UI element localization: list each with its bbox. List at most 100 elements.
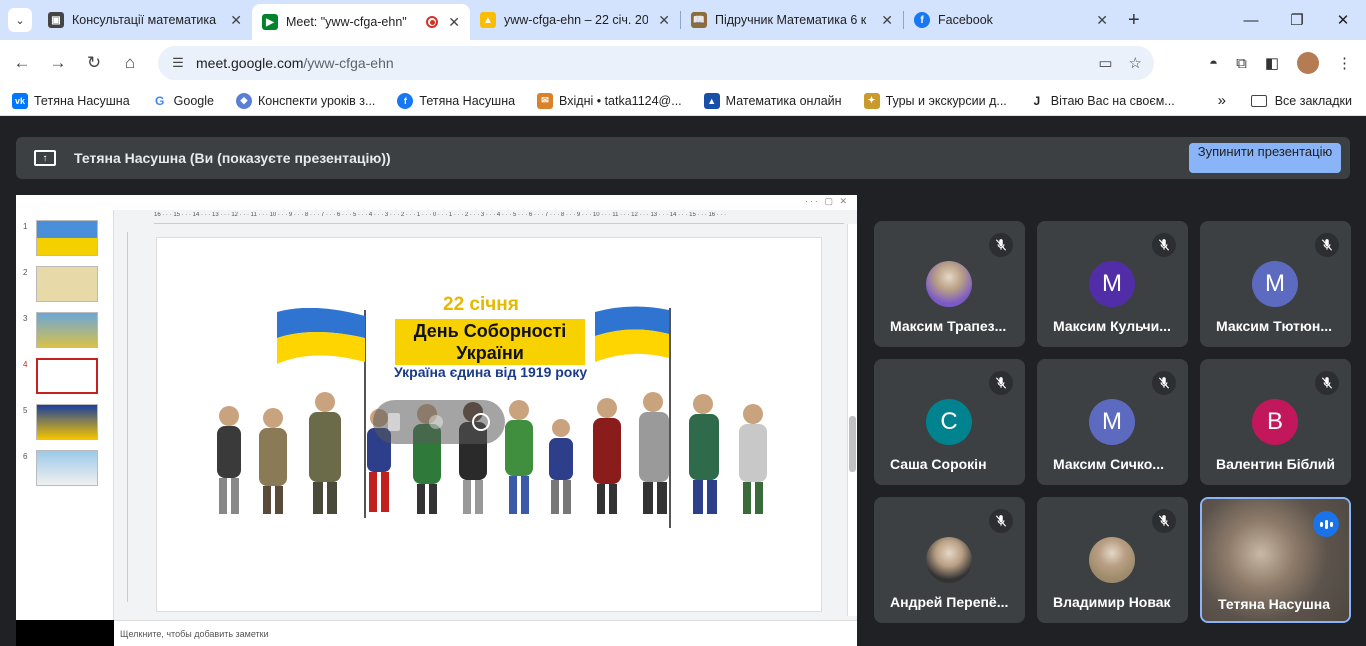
bookmark-item[interactable]: G Google — [151, 92, 214, 109]
meet-icon: ▶ — [262, 14, 278, 30]
slide-number: 4 — [23, 360, 28, 369]
slide-title: День Соборності України — [395, 319, 585, 365]
bookmark-item[interactable]: ▲ Математика онлайн — [703, 92, 842, 109]
close-icon[interactable]: ✕ — [230, 12, 242, 29]
speaker-notes[interactable]: Щелкните, чтобы добавить заметки — [114, 620, 857, 646]
close-icon[interactable]: ✕ — [658, 12, 670, 29]
math-icon: ▲ — [703, 92, 720, 109]
profile-avatar[interactable] — [1297, 52, 1319, 74]
bookmark-item[interactable]: f Тетяна Насушна — [397, 92, 515, 109]
j-icon: J — [1028, 92, 1045, 109]
participant-tile[interactable]: Владимир Новак — [1037, 497, 1188, 623]
participant-name: Владимир Новак — [1053, 594, 1171, 610]
speaking-indicator-icon — [1313, 511, 1339, 537]
side-panel-icon[interactable]: ◧ — [1265, 54, 1279, 72]
restore-icon[interactable]: ❐ — [1274, 11, 1320, 29]
all-bookmarks-button[interactable]: Все закладки — [1250, 94, 1352, 108]
participant-tile[interactable]: M Максим Тютюн... — [1200, 221, 1351, 347]
tab-title: Facebook — [938, 13, 993, 27]
url-path: /yww-cfga-ehn — [303, 55, 394, 71]
slide-filmstrip: 1 2 3 4 5 6 — [16, 210, 114, 620]
incognito-icon[interactable]: ◓ — [1209, 55, 1218, 72]
bookmark-item[interactable]: ◆ Конспекти уроків з... — [235, 92, 375, 109]
bookmark-item[interactable]: vk Тетяна Насушна — [12, 92, 130, 109]
reload-icon[interactable]: ↻ — [76, 53, 112, 73]
close-icon[interactable]: ✕ — [1096, 12, 1108, 29]
slide-thumbnail-selected[interactable] — [36, 358, 98, 394]
extensions-icon[interactable]: ⧉ — [1236, 55, 1247, 72]
bookmarks-bar: vk Тетяна Насушна G Google ◆ Конспекти урок… — [0, 86, 1366, 116]
close-window-icon[interactable]: ✕ — [1320, 11, 1366, 29]
participant-tile[interactable]: C Саша Сорокін — [874, 359, 1025, 485]
bookmark-label: Тетяна Насушна — [34, 93, 130, 108]
participant-avatar: M — [1089, 261, 1135, 307]
home-icon[interactable]: ⌂ — [112, 53, 148, 73]
shared-screen: ··· ▢ ✕ 1 2 3 4 5 6 16 · · · 15 · · · 14… — [16, 195, 857, 646]
forward-icon[interactable]: → — [40, 53, 76, 73]
url-text: meet.google.com/yww-cfga-ehn — [196, 55, 394, 71]
participant-tile[interactable]: B Валентин Біблий — [1200, 359, 1351, 485]
slide-thumbnail[interactable] — [36, 404, 98, 440]
erase-icon[interactable] — [428, 415, 443, 429]
bookmark-item[interactable]: ✦ Туры и экскурсии д... — [863, 92, 1007, 109]
scrollbar-thumb[interactable] — [849, 416, 856, 472]
window-controls: — ❐ ✕ — [1228, 0, 1366, 40]
slide-editor: 16 · · · 15 · · · 14 · · · 13 · · · 12 ·… — [114, 210, 857, 620]
url-host: meet.google.com — [196, 55, 304, 71]
bookmark-label: Математика онлайн — [725, 93, 842, 108]
bookmark-label: Вхідні • tatka1124@... — [559, 93, 682, 108]
present-screen-icon: ↑ — [34, 150, 56, 166]
ukraine-flag — [277, 308, 365, 364]
stop-presenting-button[interactable]: Зупинити презентацію — [1189, 143, 1341, 173]
presentation-overlay-controls[interactable] — [373, 400, 505, 444]
tab-classroom[interactable]: ▣ Консультації математика ✕ — [38, 0, 252, 40]
slide-thumbnail[interactable] — [36, 220, 98, 256]
menu-icon[interactable]: ⋮ — [1337, 54, 1352, 72]
drive-icon: ▲ — [480, 12, 496, 28]
more-bookmarks-icon[interactable]: » — [1218, 92, 1226, 109]
slide-subtitle: Україна єдина від 1919 року — [394, 364, 588, 380]
pointer-icon[interactable] — [387, 413, 400, 431]
close-icon[interactable]: ✕ — [881, 12, 893, 29]
tab-search-button[interactable]: ⌄ — [8, 8, 32, 32]
participant-name: Тетяна Насушна — [1218, 596, 1330, 612]
editor-scrollbar[interactable] — [847, 224, 857, 616]
mic-off-icon — [989, 233, 1013, 257]
bookmark-label: Туры и экскурсии д... — [885, 93, 1007, 108]
bookmark-item[interactable]: J Вітаю Вас на своєм... — [1028, 92, 1175, 109]
participant-name: Максим Тютюн... — [1216, 318, 1332, 334]
participant-avatar: M — [1252, 261, 1298, 307]
classroom-icon: ▣ — [48, 12, 64, 28]
slides-header: ··· ▢ ✕ — [16, 195, 857, 210]
participant-tile[interactable]: M Максим Сичко... — [1037, 359, 1188, 485]
toolbar-right: ◓ ⧉ ◧ ⋮ — [1209, 40, 1352, 86]
bookmark-star-icon[interactable]: ☆ — [1129, 54, 1142, 72]
slide-thumbnail[interactable] — [36, 312, 98, 348]
minimize-icon[interactable]: — — [1228, 12, 1274, 29]
tab-textbook[interactable]: 📖 Підручник Математика 6 к ✕ — [681, 0, 903, 40]
back-icon[interactable]: ← — [4, 53, 40, 73]
slide-number: 5 — [23, 406, 28, 415]
tab-strip: ⌄ ▣ Консультації математика ✕ ▶ Meet: "y… — [0, 0, 1366, 40]
slide-canvas[interactable]: 22 січня День Соборності України Україна… — [156, 237, 822, 612]
new-tab-button[interactable]: + — [1128, 9, 1140, 32]
tour-icon: ✦ — [863, 92, 880, 109]
participant-tile[interactable]: Максим Трапез... — [874, 221, 1025, 347]
stop-circle-icon[interactable] — [472, 413, 491, 431]
address-bar[interactable]: ☰ meet.google.com/yww-cfga-ehn ▭ ☆ — [158, 46, 1154, 80]
participant-tile[interactable]: Тетяна Насушна — [1200, 497, 1351, 623]
bookmark-item[interactable]: ✉ Вхідні • tatka1124@... — [537, 92, 682, 109]
participant-tile[interactable]: M Максим Кульчи... — [1037, 221, 1188, 347]
camera-icon[interactable]: ▭ — [1098, 54, 1112, 72]
participant-tile[interactable]: Андрей Перепё... — [874, 497, 1025, 623]
close-icon[interactable]: ✕ — [448, 14, 460, 31]
tab-drive[interactable]: ▲ yww-cfga-ehn – 22 січ. 2024 ✕ — [470, 0, 680, 40]
slide-date: 22 січня — [443, 294, 519, 315]
site-info-icon[interactable]: ☰ — [162, 55, 194, 71]
slide-thumbnail[interactable] — [36, 450, 98, 486]
browser-toolbar: ← → ↻ ⌂ ☰ meet.google.com/yww-cfga-ehn ▭… — [0, 40, 1366, 86]
tab-facebook[interactable]: f Facebook ✕ — [904, 0, 1118, 40]
tab-meet[interactable]: ▶ Meet: "yww-cfga-ehn" ✕ — [252, 4, 470, 40]
slide-thumbnail[interactable] — [36, 266, 98, 302]
more-icon[interactable]: ··· ▢ ✕ — [805, 196, 849, 207]
